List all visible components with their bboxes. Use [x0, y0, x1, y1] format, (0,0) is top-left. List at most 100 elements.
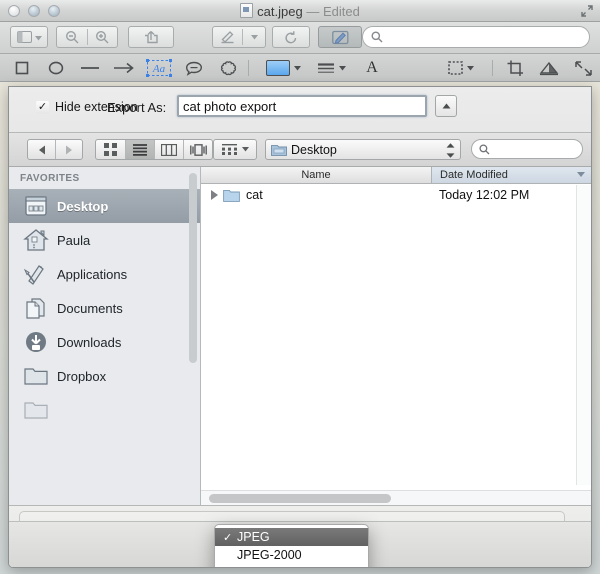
line-style-tool[interactable]	[310, 58, 352, 78]
disclosure-triangle-icon[interactable]	[211, 190, 221, 200]
sidebar-item-partial[interactable]	[9, 393, 200, 427]
zoom-out-button[interactable]	[57, 27, 87, 47]
sidebar-item-documents[interactable]: Documents	[9, 291, 200, 325]
file-list-vertical-scrollbar[interactable]	[576, 185, 591, 485]
finder-search-input[interactable]	[471, 139, 583, 159]
font-tool[interactable]: A	[358, 58, 386, 78]
column-header-name[interactable]: Name	[201, 167, 431, 183]
coverflow-icon	[189, 143, 207, 156]
sidebar-item-dropbox[interactable]: Dropbox	[9, 359, 200, 393]
toolbar-divider	[248, 60, 249, 76]
coverflow-view-button[interactable]	[183, 140, 212, 159]
chevron-down-icon	[467, 65, 474, 70]
sidebar-item-paula[interactable]: Paula	[9, 223, 200, 257]
list-icon	[133, 143, 147, 156]
color-swatch	[265, 60, 290, 76]
sidebar-item-label: Dropbox	[57, 368, 107, 384]
annotate-icon	[331, 30, 348, 44]
menu-item-label: OpenEXR	[237, 566, 293, 567]
file-list: Name Date Modified cat Today 12:02 PM	[201, 167, 591, 505]
document-icon	[240, 3, 254, 18]
location-popup-button[interactable]: Desktop	[265, 139, 461, 160]
chevron-down-icon	[241, 147, 249, 152]
zoom-in-icon	[96, 30, 109, 44]
file-list-header: Name Date Modified	[201, 167, 591, 184]
annotate-toggle-button[interactable]	[318, 26, 362, 48]
prism-icon	[539, 61, 559, 75]
rectangle-tool[interactable]	[8, 58, 36, 78]
file-name: cat	[246, 188, 263, 202]
downloads-icon	[23, 330, 49, 354]
window-title: cat.jpeg — Edited	[0, 3, 600, 19]
list-view-button[interactable]	[125, 140, 154, 159]
hide-extension-checkbox[interactable]: ✓	[36, 101, 49, 114]
sidebar-toggle-button[interactable]	[10, 26, 48, 48]
arrange-by-button[interactable]	[213, 139, 257, 160]
markup-toolbar: Aa A	[0, 54, 600, 82]
checkmark-icon: ✓	[37, 101, 48, 113]
share-icon	[145, 31, 158, 44]
chevron-down-icon	[338, 65, 346, 70]
collapse-sheet-button[interactable]	[435, 95, 457, 117]
oval-tool[interactable]	[42, 58, 70, 78]
zoom-in-button[interactable]	[88, 27, 118, 47]
location-stepper-icon	[446, 143, 455, 158]
crop-tool[interactable]	[500, 58, 530, 78]
file-list-horizontal-scrollbar[interactable]	[201, 490, 591, 505]
documents-icon	[23, 296, 49, 320]
back-arrow-icon	[38, 145, 45, 154]
sidebar-item-downloads[interactable]: Downloads	[9, 325, 200, 359]
highlight-shape-tool[interactable]	[214, 58, 242, 78]
markup-pen-icon[interactable]	[213, 27, 242, 47]
markup-pen-button[interactable]	[212, 26, 266, 48]
column-header-date-modified-label: Date Modified	[440, 169, 508, 181]
speech-bubble-tool[interactable]	[180, 58, 208, 78]
adjust-color-tool[interactable]	[534, 58, 564, 78]
sidebar-scrollbar[interactable]	[189, 173, 197, 363]
adjust-size-tool[interactable]	[568, 58, 598, 78]
forward-arrow-icon	[66, 145, 72, 154]
menu-item-jpeg-2000[interactable]: JPEG-2000	[215, 546, 368, 564]
chevron-down-icon	[250, 34, 258, 39]
menu-item-label: JPEG	[237, 530, 270, 544]
sidebar-item-desktop[interactable]: Desktop	[9, 189, 200, 223]
hide-extension-label: Hide extension	[55, 100, 138, 114]
selection-tool[interactable]	[440, 58, 482, 78]
sidebar-item-label: Desktop	[57, 198, 109, 214]
sidebar-item-applications[interactable]: Applications	[9, 257, 200, 291]
shape-style-tool[interactable]	[262, 58, 304, 78]
finder-navigation-bar: Desktop	[9, 133, 591, 167]
arrow-tool[interactable]	[110, 58, 138, 78]
sort-arrow-icon	[577, 172, 585, 177]
view-mode-group	[95, 139, 213, 160]
markup-pen-menu-button[interactable]	[243, 27, 265, 47]
search-input[interactable]	[362, 26, 590, 48]
rotate-button[interactable]	[272, 26, 310, 48]
resize-icon	[574, 60, 592, 76]
sidebar-item-label: Paula	[57, 232, 91, 248]
preview-window: cat.jpeg — Edited Aa A Export As: cat ph…	[0, 0, 600, 574]
column-view-button[interactable]	[154, 140, 183, 159]
finder-sidebar: FAVORITES Desktop Paula Applications Doc…	[9, 167, 201, 505]
icon-view-button[interactable]	[96, 140, 125, 159]
table-row[interactable]: cat Today 12:02 PM	[201, 185, 591, 205]
scrollbar-thumb[interactable]	[209, 494, 391, 503]
line-weight-icon	[317, 62, 334, 73]
applications-icon	[23, 262, 49, 286]
export-as-input[interactable]: cat photo export	[177, 95, 427, 117]
forward-button[interactable]	[55, 140, 82, 159]
share-button[interactable]	[128, 26, 174, 48]
home-icon	[23, 228, 49, 252]
export-save-sheet: Export As: cat photo export Desktop FAVO…	[8, 86, 592, 568]
window-title-filename: cat.jpeg	[257, 4, 303, 19]
zoom-segment[interactable]	[56, 26, 118, 48]
text-tool[interactable]: Aa	[145, 58, 173, 78]
fullscreen-icon[interactable]	[580, 4, 594, 18]
column-header-date-modified[interactable]: Date Modified	[431, 167, 591, 183]
folder-icon	[23, 398, 49, 422]
line-tool[interactable]	[76, 58, 104, 78]
menu-item-openexr[interactable]: OpenEXR	[215, 564, 368, 567]
back-button[interactable]	[28, 140, 55, 159]
chevron-down-icon	[293, 65, 301, 70]
menu-item-jpeg[interactable]: ✓ JPEG	[215, 528, 368, 546]
